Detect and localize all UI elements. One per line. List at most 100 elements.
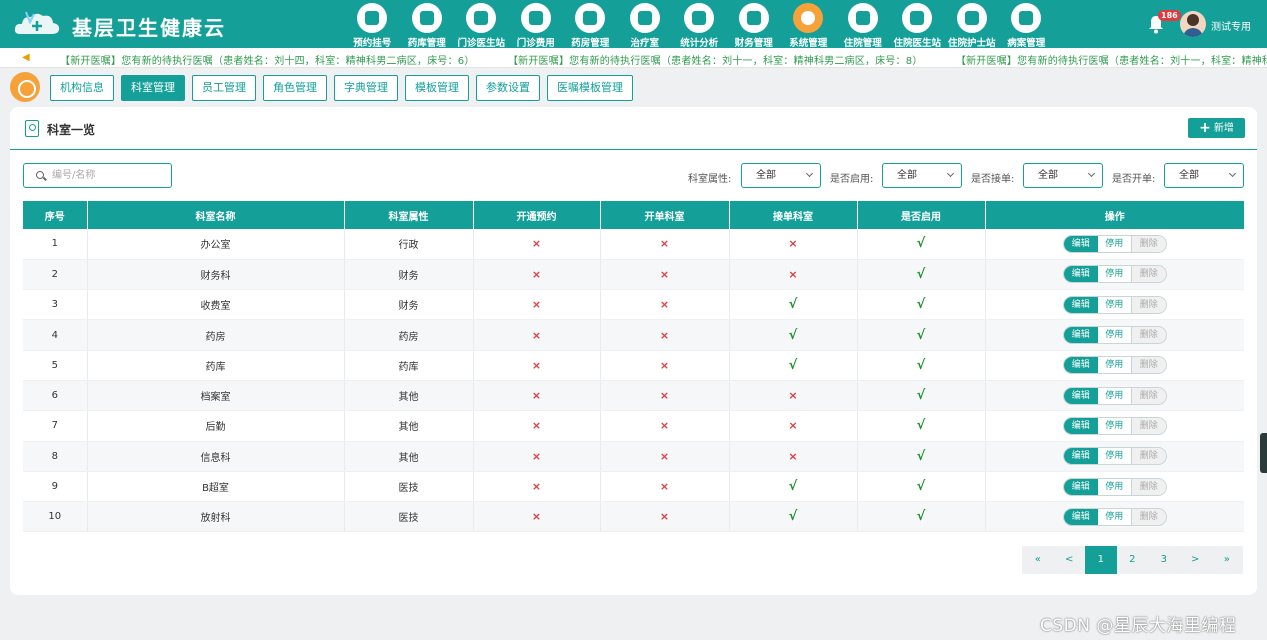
cross-icon: ×	[659, 267, 670, 281]
chevron-down-icon	[1087, 169, 1096, 178]
cell-accept-dept: √	[729, 319, 858, 351]
action-group: 编辑 停用 删除	[1062, 447, 1167, 466]
table-row: 2 财务科 财务 × × × √ 编辑 停用 删除	[23, 259, 1244, 291]
cell-no: 6	[23, 380, 88, 412]
table-row: 9 B超室 医技 × × √ √ 编辑 停用 删除	[23, 471, 1244, 503]
tab[interactable]: 字典管理	[334, 75, 398, 101]
edit-button[interactable]: 编辑	[1063, 417, 1098, 434]
tab[interactable]: 机构信息	[50, 75, 114, 101]
delete-button[interactable]: 删除	[1131, 417, 1166, 434]
check-icon: √	[788, 297, 798, 313]
delete-button[interactable]: 删除	[1131, 508, 1166, 525]
edit-button[interactable]: 编辑	[1063, 448, 1098, 465]
disable-button[interactable]: 停用	[1097, 508, 1132, 525]
column-header: 科室名称	[87, 201, 345, 229]
nav-item[interactable]: 住院管理	[836, 0, 891, 49]
tab[interactable]: 医嘱模板管理	[547, 75, 633, 101]
edit-button[interactable]: 编辑	[1063, 327, 1098, 344]
delete-button[interactable]: 删除	[1131, 387, 1166, 404]
column-header: 是否启用	[857, 201, 986, 229]
cell-attr: 其他	[344, 380, 474, 412]
cross-icon: ×	[531, 358, 542, 372]
delete-button[interactable]: 删除	[1131, 478, 1166, 495]
edit-button[interactable]: 编辑	[1063, 235, 1098, 252]
marquee-item[interactable]: 【新开医嘱】您有新的待执行医嘱（患者姓名：刘十一，科室：精神科男二病区，	[956, 56, 1267, 67]
marquee-item[interactable]: 【新开医嘱】您有新的待执行医嘱（患者姓名：刘十四，科室：精神科男二病区，床号：6…	[60, 56, 475, 67]
nav-item[interactable]: 住院护士站	[945, 0, 1000, 49]
marquee-item[interactable]: 【新开医嘱】您有新的待执行医嘱（患者姓名：刘十一，科室：精神科男二病区，床号：8…	[508, 56, 923, 67]
nav-item[interactable]: 统计分析	[672, 0, 727, 49]
disable-button[interactable]: 停用	[1097, 357, 1132, 374]
cell-order-dept: ×	[600, 350, 730, 381]
cell-order-dept: ×	[600, 501, 730, 533]
delete-button[interactable]: 删除	[1131, 296, 1166, 313]
search-box	[23, 163, 172, 188]
delete-button[interactable]: 删除	[1131, 235, 1166, 252]
page-button[interactable]: 3	[1148, 546, 1180, 574]
edit-button[interactable]: 编辑	[1063, 478, 1098, 495]
edit-button[interactable]: 编辑	[1063, 387, 1098, 404]
filter-select-accept[interactable]: 全部	[1023, 163, 1103, 188]
add-button[interactable]: + 新增	[1188, 118, 1245, 138]
disable-button[interactable]: 停用	[1097, 387, 1132, 404]
cell-booking: ×	[473, 350, 601, 381]
disable-button[interactable]: 停用	[1097, 235, 1132, 252]
record-icon	[1011, 3, 1042, 33]
disable-button[interactable]: 停用	[1097, 327, 1132, 344]
calendar-icon	[357, 3, 388, 33]
tab[interactable]: 参数设置	[476, 75, 540, 101]
edit-button[interactable]: 编辑	[1063, 357, 1098, 374]
page-button[interactable]: 2	[1116, 546, 1148, 574]
avatar[interactable]	[1180, 11, 1206, 37]
cell-booking: ×	[473, 410, 601, 442]
nav-item[interactable]: 病案管理	[999, 0, 1054, 49]
filter-select-attr[interactable]: 全部	[741, 163, 821, 188]
edit-button[interactable]: 编辑	[1063, 508, 1098, 525]
cross-icon: ×	[531, 419, 542, 433]
tab[interactable]: 员工管理	[192, 75, 256, 101]
cell-actions: 编辑 停用 删除	[985, 350, 1244, 381]
page-button[interactable]: 1	[1085, 546, 1117, 574]
user-name[interactable]: 测试专用	[1211, 18, 1251, 33]
disable-button[interactable]: 停用	[1097, 266, 1132, 283]
nav-item[interactable]: 药库管理	[400, 0, 455, 49]
nav-item[interactable]: 财务管理	[727, 0, 782, 49]
cell-name: 药房	[87, 319, 345, 351]
nav-item[interactable]: 预约挂号	[345, 0, 400, 49]
nav-item[interactable]: 系统管理	[781, 0, 836, 49]
disable-button[interactable]: 停用	[1097, 448, 1132, 465]
edit-button[interactable]: 编辑	[1063, 296, 1098, 313]
first-page-button[interactable]: «	[1022, 546, 1054, 574]
tab[interactable]: 科室管理	[121, 75, 185, 101]
delete-button[interactable]: 删除	[1131, 357, 1166, 374]
filter-select-enabled[interactable]: 全部	[882, 163, 962, 188]
nav-item[interactable]: 门诊费用	[509, 0, 564, 49]
filter-select-order[interactable]: 全部	[1164, 163, 1244, 188]
last-page-button[interactable]: »	[1211, 546, 1243, 574]
nav-item-label: 病案管理	[1007, 38, 1046, 49]
side-handle[interactable]	[1260, 433, 1267, 473]
delete-button[interactable]: 删除	[1131, 266, 1166, 283]
cross-icon: ×	[531, 267, 542, 281]
cell-name: B超室	[87, 471, 345, 503]
edit-button[interactable]: 编辑	[1063, 266, 1098, 283]
delete-button[interactable]: 删除	[1131, 327, 1166, 344]
tab[interactable]: 模板管理	[405, 75, 469, 101]
tab[interactable]: 角色管理	[263, 75, 327, 101]
disable-button[interactable]: 停用	[1097, 417, 1132, 434]
prev-page-button[interactable]: <	[1053, 546, 1085, 574]
cell-attr: 行政	[344, 229, 474, 260]
search-input[interactable]	[52, 167, 162, 184]
nav-item[interactable]: 药房管理	[563, 0, 618, 49]
cross-icon: ×	[659, 298, 670, 312]
nav-item[interactable]: 门诊医生站	[454, 0, 509, 49]
nav-item[interactable]: 住院医生站	[890, 0, 945, 49]
nav-item[interactable]: 治疗室	[618, 0, 673, 49]
disable-button[interactable]: 停用	[1097, 478, 1132, 495]
column-header: 开单科室	[600, 201, 730, 229]
home-icon[interactable]	[10, 72, 40, 102]
next-page-button[interactable]: >	[1179, 546, 1211, 574]
delete-button[interactable]: 删除	[1131, 448, 1166, 465]
filter-label-attr: 科室属性:	[688, 174, 732, 185]
disable-button[interactable]: 停用	[1097, 296, 1132, 313]
